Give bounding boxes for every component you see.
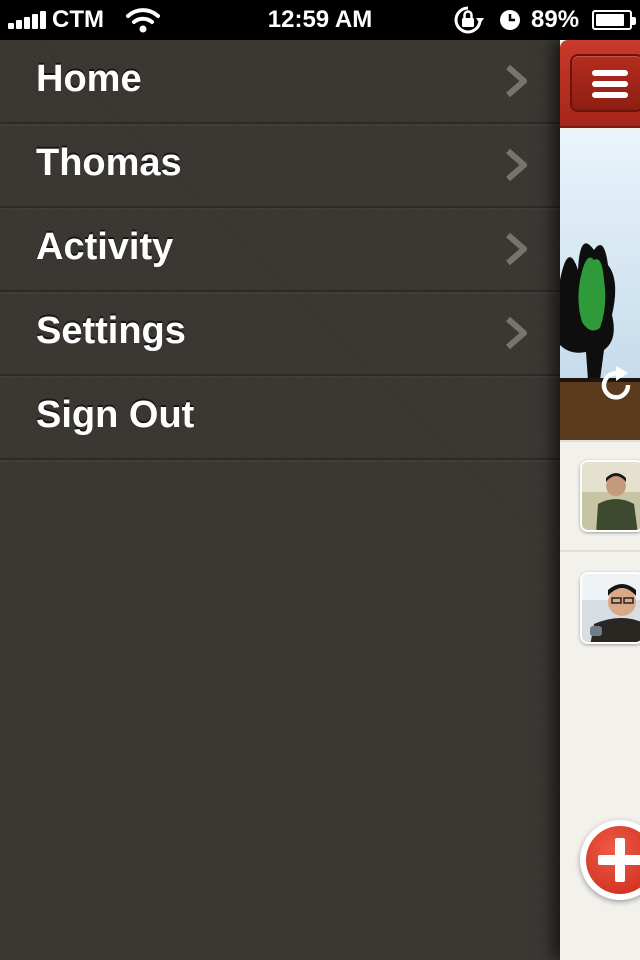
menu-item-label: Sign Out	[36, 394, 195, 436]
menu-item-label: Home	[36, 58, 142, 100]
menu-toggle-button[interactable]	[570, 54, 640, 112]
alarm-clock-icon	[500, 10, 520, 30]
cover-photo	[560, 130, 640, 440]
feed-divider	[560, 440, 640, 442]
orientation-lock-icon	[454, 6, 484, 34]
clock-time: 12:59 AM	[267, 6, 373, 33]
feed-divider	[560, 550, 640, 552]
main-panel[interactable]	[560, 40, 640, 960]
battery-percentage: 89%	[531, 6, 580, 33]
battery-icon	[592, 10, 636, 30]
menu-item-label: Activity	[36, 226, 174, 268]
menu-item-home[interactable]: Home	[0, 40, 560, 124]
chevron-right-icon	[506, 148, 527, 182]
chevron-right-icon	[506, 232, 527, 266]
carrier-name: CTM	[52, 6, 104, 33]
side-menu: Home Thomas Activity Settings Sign Out	[0, 40, 560, 960]
avatar[interactable]	[580, 572, 640, 644]
status-bar: CTM 12:59 AM 89%	[0, 0, 640, 40]
menu-item-settings[interactable]: Settings	[0, 292, 560, 376]
menu-item-thomas[interactable]: Thomas	[0, 124, 560, 208]
menu-item-activity[interactable]: Activity	[0, 208, 560, 292]
add-post-button[interactable]	[580, 820, 640, 900]
menu-item-label: Settings	[36, 310, 186, 352]
avatar[interactable]	[580, 460, 640, 532]
chevron-right-icon	[506, 316, 527, 350]
chevron-right-icon	[506, 64, 527, 98]
nav-bar	[560, 40, 640, 128]
menu-item-label: Thomas	[36, 142, 182, 184]
wifi-icon	[126, 8, 160, 33]
menu-item-sign-out[interactable]: Sign Out	[0, 376, 560, 460]
signal-bars-icon	[8, 11, 48, 29]
